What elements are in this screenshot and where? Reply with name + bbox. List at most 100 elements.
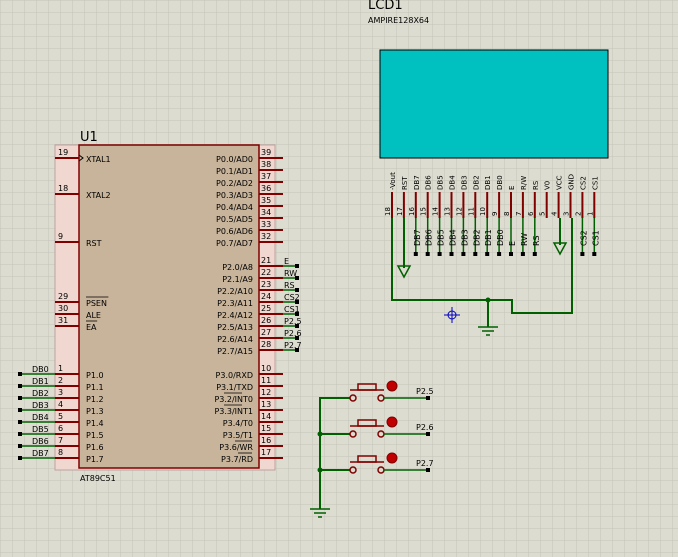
mcu-pin-name: P2.6/A14 bbox=[217, 335, 253, 344]
mcu-net-label: RS bbox=[284, 281, 295, 290]
lcd-pin-name: DB4 bbox=[449, 175, 457, 190]
lcd-pin-number: 12 bbox=[455, 207, 463, 216]
button-net-terminal bbox=[426, 468, 430, 472]
mcu-pin-number: 19 bbox=[58, 148, 68, 157]
lcd-pin-name: R/W bbox=[520, 176, 528, 190]
lcd-pin-name: CS2 bbox=[579, 176, 587, 190]
switch-indicator-icon bbox=[386, 452, 398, 464]
lcd-pin-name: DB0 bbox=[496, 175, 504, 190]
mcu-pin-name: PSEN bbox=[86, 299, 107, 308]
mcu-pin-name: P3.0/RXD bbox=[216, 371, 253, 380]
lcd-net-terminal bbox=[497, 252, 502, 256]
lcd-pin-number: 1 bbox=[586, 212, 594, 216]
mcu-pin-number: 39 bbox=[261, 148, 271, 157]
mcu-pin-name: P3.3/INT1 bbox=[214, 407, 253, 416]
mcu-pin-name: P0.5/AD5 bbox=[216, 215, 253, 224]
lcd-pin-name: DB1 bbox=[484, 175, 492, 190]
mcu-pin-number: 18 bbox=[58, 184, 68, 193]
mcu-pin-number: 15 bbox=[261, 424, 271, 433]
mcu-pin-name: P1.4 bbox=[86, 419, 104, 428]
lcd-pin-number: 11 bbox=[467, 207, 475, 216]
lcd-net-label: DB1 bbox=[484, 229, 493, 246]
mcu-net-terminal bbox=[18, 408, 22, 412]
mcu-pin-name: P1.3 bbox=[86, 407, 104, 416]
junction-dot bbox=[317, 467, 323, 473]
mcu-pin-name: P3.7/RD bbox=[221, 455, 253, 464]
mcu-pin-name: P3.2/INT0 bbox=[214, 395, 253, 404]
lcd-net-terminal bbox=[520, 252, 525, 256]
lcd-pin-number: 7 bbox=[515, 212, 523, 216]
mcu-pin-number: 31 bbox=[58, 316, 68, 325]
lcd-pin-number: 17 bbox=[396, 207, 404, 216]
mcu-pin-number: 8 bbox=[58, 448, 63, 457]
mcu-pin-name: P3.1/TXD bbox=[216, 383, 253, 392]
microcontroller[interactable]: U1 AT89C51 19XTAL118XTAL29RST29PSEN30ALE… bbox=[18, 130, 302, 483]
mcu-pin-number: 35 bbox=[261, 196, 271, 205]
mcu-pin-name: P3.5/T1 bbox=[223, 431, 253, 440]
lcd-pin-name: DB2 bbox=[472, 175, 480, 190]
lcd-pin-name: DB5 bbox=[437, 175, 445, 190]
mcu-pin-number: 2 bbox=[58, 376, 63, 385]
lcd-pin-number: 5 bbox=[539, 212, 547, 216]
lcd-net-terminal bbox=[580, 252, 585, 256]
lcd-pin-name: -Vout bbox=[389, 172, 397, 190]
lcd-pin-number: 15 bbox=[420, 207, 428, 216]
mcu-pin-name: XTAL2 bbox=[86, 191, 111, 200]
lcd-net-label: DB7 bbox=[413, 229, 422, 246]
switch-indicator-icon bbox=[386, 380, 398, 392]
mcu-pin-name: P2.5/A13 bbox=[217, 323, 253, 332]
mcu-pin-name: P1.0 bbox=[86, 371, 104, 380]
mcu-net-label: DB7 bbox=[32, 449, 49, 458]
mcu-pin-number: 5 bbox=[58, 412, 63, 421]
mcu-pin-name: P2.1/A9 bbox=[222, 275, 253, 284]
mcu-net-label: DB5 bbox=[32, 425, 49, 434]
lcd-net-label: CS1 bbox=[591, 230, 600, 246]
mcu-pin-number: 10 bbox=[261, 364, 271, 373]
mcu-part-label: AT89C51 bbox=[80, 474, 116, 483]
mcu-net-label: DB1 bbox=[32, 377, 49, 386]
lcd-net-terminal bbox=[413, 252, 418, 256]
mcu-net-label: RW bbox=[284, 269, 297, 278]
mcu-pin-number: 26 bbox=[261, 316, 271, 325]
lcd-pin-name: CS1 bbox=[591, 176, 599, 190]
mcu-pin-number: 25 bbox=[261, 304, 271, 313]
mcu-pin-number: 28 bbox=[261, 340, 271, 349]
lcd-net-terminal bbox=[449, 252, 454, 256]
mcu-pin-name: P0.3/AD3 bbox=[216, 191, 253, 200]
mcu-pin-number: 16 bbox=[261, 436, 271, 445]
mcu-pin-name: P3.4/T0 bbox=[223, 419, 253, 428]
lcd-net-label: DB6 bbox=[425, 229, 434, 246]
mcu-pin-name: EA bbox=[86, 323, 97, 332]
mcu-net-terminal bbox=[18, 456, 22, 460]
lcd-net-terminal bbox=[532, 252, 537, 256]
mcu-pin-number: 13 bbox=[261, 400, 271, 409]
mcu-pin-number: 38 bbox=[261, 160, 271, 169]
lcd-net-label: CS2 bbox=[579, 230, 588, 246]
mcu-pin-number: 9 bbox=[58, 232, 63, 241]
lcd-net-terminal bbox=[425, 252, 430, 256]
mcu-pin-number: 27 bbox=[261, 328, 271, 337]
mcu-pin-number: 30 bbox=[58, 304, 68, 313]
lcd-pin-name: VCC bbox=[556, 175, 564, 190]
lcd-pin-number: 10 bbox=[479, 207, 487, 216]
mcu-pin-name: P2.4/A12 bbox=[217, 311, 253, 320]
mcu-pin-number: 7 bbox=[58, 436, 63, 445]
switch-indicator-icon bbox=[386, 416, 398, 428]
lcd-pin-number: 8 bbox=[503, 212, 511, 216]
junction-dot bbox=[485, 297, 491, 303]
lcd-pin-name: DB3 bbox=[460, 175, 468, 190]
mcu-net-label: DB4 bbox=[32, 413, 49, 422]
lcd-net-terminal bbox=[437, 252, 442, 256]
button-net-terminal bbox=[426, 432, 430, 436]
mcu-pin-name: P2.7/A15 bbox=[217, 347, 253, 356]
lcd-net-terminal bbox=[485, 252, 490, 256]
mcu-net-terminal bbox=[295, 264, 299, 268]
lcd-pin-number: 6 bbox=[527, 211, 535, 216]
lcd-net-terminal bbox=[509, 252, 513, 256]
mcu-pin-name: P1.2 bbox=[86, 395, 104, 404]
lcd-pin-number: 18 bbox=[384, 207, 392, 216]
lcd-net-label: DB3 bbox=[460, 229, 469, 246]
button-net-label: P2.5 bbox=[416, 387, 434, 396]
mcu-pin-number: 4 bbox=[58, 400, 63, 409]
mcu-pin-number: 21 bbox=[261, 256, 271, 265]
